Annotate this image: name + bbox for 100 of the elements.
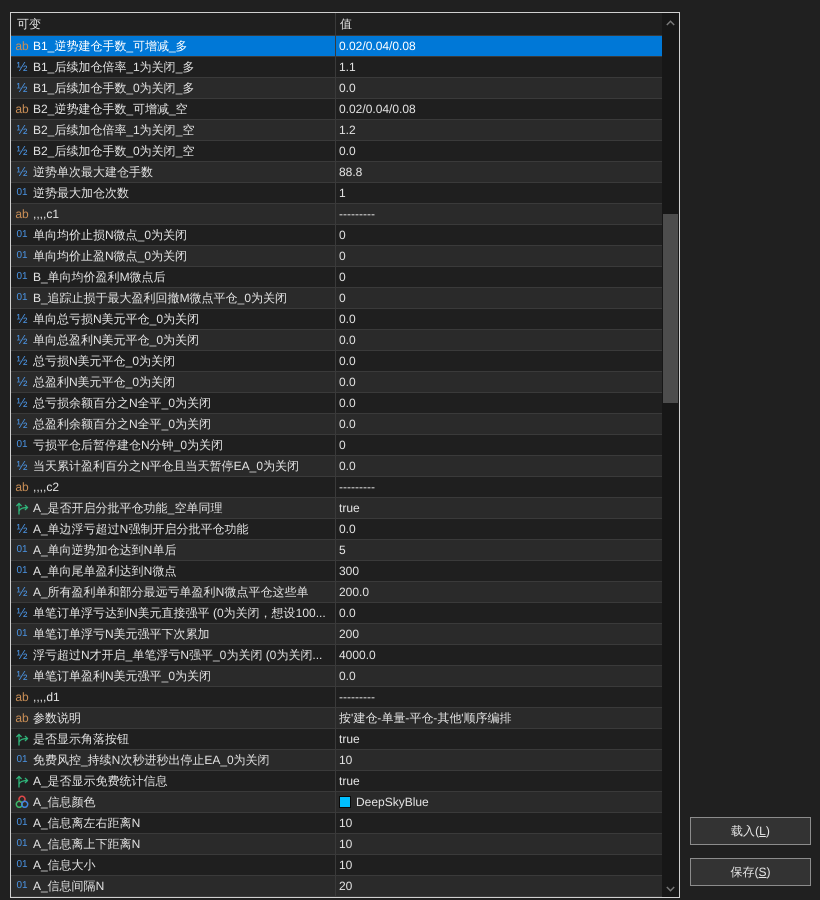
parameter-value: --------- bbox=[339, 206, 375, 222]
parameter-name: 是否显示角落按钮 bbox=[33, 731, 129, 747]
parameter-row[interactable]: ½ 单向总亏损N美元平仓_0为关闭 0.0 bbox=[11, 309, 662, 330]
branch-arrows-icon bbox=[15, 774, 29, 788]
parameter-row[interactable]: ½ 单向总盈利N美元平仓_0为关闭 0.0 bbox=[11, 330, 662, 351]
parameter-value: 0.0 bbox=[339, 458, 356, 474]
scrollbar-thumb[interactable] bbox=[663, 214, 678, 403]
column-header[interactable]: 值 bbox=[340, 16, 352, 32]
parameter-row[interactable]: 01 单向均价止损N微点_0为关闭 0 bbox=[11, 225, 662, 246]
parameter-name: A_单向逆势加仓达到N单后 bbox=[33, 542, 176, 558]
parameter-name: 单向总盈利N美元平仓_0为关闭 bbox=[33, 332, 200, 348]
save-button[interactable]: 保存(S) bbox=[690, 858, 811, 886]
parameter-value: 0 bbox=[339, 269, 346, 285]
ab-icon: ab bbox=[14, 690, 30, 704]
parameter-value: 88.8 bbox=[339, 164, 362, 180]
parameter-name: A_所有盈利单和部分最远亏单盈利N微点平仓这些单 bbox=[33, 584, 308, 600]
fraction-icon: ½ bbox=[14, 606, 30, 620]
parameter-value: --------- bbox=[339, 479, 375, 495]
parameter-name: 单向均价止损N微点_0为关闭 bbox=[33, 227, 188, 243]
parameter-name: 总盈利N美元平仓_0为关闭 bbox=[33, 374, 176, 390]
fraction-icon: ½ bbox=[14, 333, 30, 347]
parameter-row[interactable]: 01 亏损平仓后暂停建仓N分钟_0为关闭 0 bbox=[11, 435, 662, 456]
parameter-name: B1_逆势建仓手数_可增减_多 bbox=[33, 38, 188, 54]
scroll-up-icon[interactable] bbox=[666, 20, 675, 26]
fraction-icon: ½ bbox=[14, 648, 30, 662]
digits-icon: 01 bbox=[14, 816, 30, 830]
parameter-value: 1.1 bbox=[339, 59, 356, 75]
parameter-row[interactable]: ½ 总盈利余额百分之N全平_0为关闭 0.0 bbox=[11, 414, 662, 435]
fraction-icon: ½ bbox=[14, 396, 30, 410]
parameter-row[interactable]: ½ 单笔订单浮亏达到N美元直接强平 (0为关闭，想设100... 0.0 bbox=[11, 603, 662, 624]
parameter-value: 0.0 bbox=[339, 395, 356, 411]
digits-icon: 01 bbox=[14, 291, 30, 305]
parameter-value: 5 bbox=[339, 542, 346, 558]
parameter-row[interactable]: ab B2_逆势建仓手数_可增减_空 0.02/0.04/0.08 bbox=[11, 99, 662, 120]
load-button[interactable]: 载入(L) bbox=[690, 817, 811, 845]
parameter-name: A_单边浮亏超过N强制开启分批平仓功能 bbox=[33, 521, 248, 537]
parameter-row[interactable]: A_是否显示免费统计信息 true bbox=[11, 771, 662, 792]
parameter-row[interactable]: ½ 总亏损余额百分之N全平_0为关闭 0.0 bbox=[11, 393, 662, 414]
parameter-row[interactable]: 01 A_单向逆势加仓达到N单后 5 bbox=[11, 540, 662, 561]
parameter-name: 免费风控_持续N次秒进秒出停止EA_0为关闭 bbox=[33, 752, 270, 768]
parameter-value: 0.0 bbox=[339, 605, 356, 621]
parameter-name: 单笔订单浮亏N美元强平下次累加 bbox=[33, 626, 210, 642]
parameter-row[interactable]: 01 逆势最大加仓次数 1 bbox=[11, 183, 662, 204]
parameter-name: 总亏损N美元平仓_0为关闭 bbox=[33, 353, 176, 369]
parameter-value: 20 bbox=[339, 878, 352, 894]
parameter-value: 0 bbox=[339, 290, 346, 306]
parameter-row[interactable]: ab B1_逆势建仓手数_可增减_多 0.02/0.04/0.08 bbox=[11, 36, 662, 57]
parameter-row[interactable]: ½ B1_后续加仓倍率_1为关闭_多 1.1 bbox=[11, 57, 662, 78]
ab-icon: ab bbox=[14, 711, 30, 725]
scroll-down-icon[interactable] bbox=[666, 886, 675, 892]
parameter-row[interactable]: 01 B_追踪止损于最大盈利回撤M微点平仓_0为关闭 0 bbox=[11, 288, 662, 309]
fraction-icon: ½ bbox=[14, 81, 30, 95]
parameter-row[interactable]: ½ A_所有盈利单和部分最远亏单盈利N微点平仓这些单 200.0 bbox=[11, 582, 662, 603]
parameter-value: true bbox=[339, 500, 360, 516]
parameter-value: 按'建仓-单量-平仓-其他'顺序编排 bbox=[339, 710, 512, 726]
parameter-row[interactable]: 01 免费风控_持续N次秒进秒出停止EA_0为关闭 10 bbox=[11, 750, 662, 771]
parameter-row[interactable]: 01 A_单向尾单盈利达到N微点 300 bbox=[11, 561, 662, 582]
parameter-name: 单笔订单浮亏达到N美元直接强平 (0为关闭，想设100... bbox=[33, 605, 326, 621]
parameter-row[interactable]: ½ A_单边浮亏超过N强制开启分批平仓功能 0.0 bbox=[11, 519, 662, 540]
column-header[interactable]: 可变 bbox=[17, 16, 41, 32]
parameter-row[interactable]: ½ 单笔订单盈利N美元强平_0为关闭 0.0 bbox=[11, 666, 662, 687]
parameter-row[interactable]: ½ 逆势单次最大建仓手数 88.8 bbox=[11, 162, 662, 183]
branch-arrows-icon bbox=[15, 732, 29, 746]
parameter-name: 亏损平仓后暂停建仓N分钟_0为关闭 bbox=[33, 437, 224, 453]
parameter-row[interactable]: 01 A_信息离左右距离N 10 bbox=[11, 813, 662, 834]
fraction-icon: ½ bbox=[14, 522, 30, 536]
parameter-name: ,,,,c1 bbox=[33, 206, 60, 222]
parameter-row[interactable]: ½ B1_后续加仓手数_0为关闭_多 0.0 bbox=[11, 78, 662, 99]
parameter-row[interactable]: ½ 总亏损N美元平仓_0为关闭 0.0 bbox=[11, 351, 662, 372]
parameter-row[interactable]: ½ B2_后续加仓倍率_1为关闭_空 1.2 bbox=[11, 120, 662, 141]
parameter-row[interactable]: 01 A_信息间隔N 20 bbox=[11, 876, 662, 897]
parameter-row[interactable]: ½ 浮亏超过N才开启_单笔浮亏N强平_0为关闭 (0为关闭... 4000.0 bbox=[11, 645, 662, 666]
parameter-row[interactable]: ½ 总盈利N美元平仓_0为关闭 0.0 bbox=[11, 372, 662, 393]
parameter-row[interactable]: ab ,,,,c1 --------- bbox=[11, 204, 662, 225]
parameter-row[interactable]: 01 A_信息离上下距离N 10 bbox=[11, 834, 662, 855]
parameter-value: DeepSkyBlue bbox=[356, 794, 429, 810]
parameter-row[interactable]: 01 B_单向均价盈利M微点后 0 bbox=[11, 267, 662, 288]
parameter-row[interactable]: ½ B2_后续加仓手数_0为关闭_空 0.0 bbox=[11, 141, 662, 162]
parameter-row[interactable]: A_信息颜色 DeepSkyBlue bbox=[11, 792, 662, 813]
parameter-row[interactable]: ab ,,,,c2 --------- bbox=[11, 477, 662, 498]
parameter-value: 1 bbox=[339, 185, 346, 201]
parameter-value: 0.02/0.04/0.08 bbox=[339, 38, 416, 54]
parameter-row[interactable]: 是否显示角落按钮 true bbox=[11, 729, 662, 750]
parameter-value: 300 bbox=[339, 563, 360, 579]
parameter-row[interactable]: A_是否开启分批平仓功能_空单同理 true bbox=[11, 498, 662, 519]
parameter-name: 逆势最大加仓次数 bbox=[33, 185, 129, 201]
parameter-row[interactable]: 01 单笔订单浮亏N美元强平下次累加 200 bbox=[11, 624, 662, 645]
parameter-name: 单向均价止盈N微点_0为关闭 bbox=[33, 248, 188, 264]
parameter-row[interactable]: 01 A_信息大小 10 bbox=[11, 855, 662, 876]
parameter-name: A_信息离上下距离N bbox=[33, 836, 140, 852]
parameter-row[interactable]: ab ,,,,d1 --------- bbox=[11, 687, 662, 708]
parameter-row[interactable]: 01 单向均价止盈N微点_0为关闭 0 bbox=[11, 246, 662, 267]
parameter-name: A_信息离左右距离N bbox=[33, 815, 140, 831]
parameter-row[interactable]: ab 参数说明 按'建仓-单量-平仓-其他'顺序编排 bbox=[11, 708, 662, 729]
parameter-row[interactable]: ½ 当天累计盈利百分之N平仓且当天暂停EA_0为关闭 0.0 bbox=[11, 456, 662, 477]
parameter-name: 总亏损余额百分之N全平_0为关闭 bbox=[33, 395, 212, 411]
scrollbar[interactable] bbox=[662, 13, 679, 897]
parameter-value: 0.0 bbox=[339, 311, 356, 327]
parameter-name: A_信息间隔N bbox=[33, 878, 104, 894]
parameter-value: true bbox=[339, 731, 360, 747]
